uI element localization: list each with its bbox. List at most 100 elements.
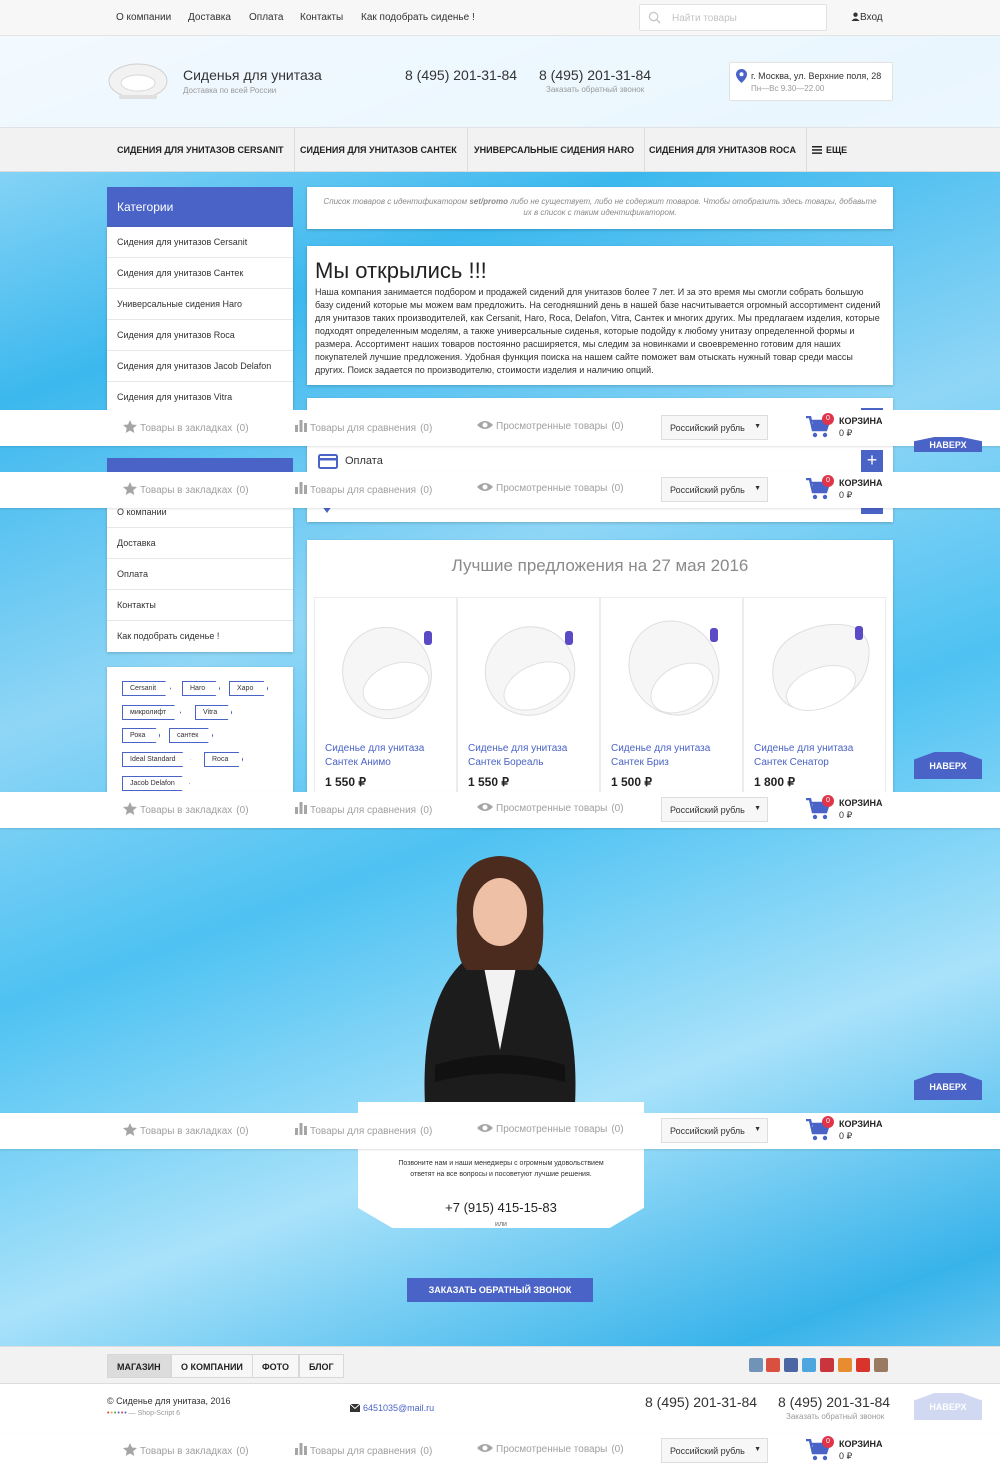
- youtube-icon[interactable]: [856, 1358, 870, 1372]
- viewed-link[interactable]: Просмотренные товары (0): [477, 420, 624, 432]
- pinterest-icon[interactable]: [820, 1358, 834, 1372]
- accordion-payment[interactable]: Оплата: [307, 447, 893, 475]
- catnav-santek[interactable]: Сидения для унитазов Сантек: [290, 128, 468, 172]
- footer-phone-1[interactable]: 8 (495) 201-31-84: [645, 1394, 757, 1410]
- bookmarks-link[interactable]: Товары в закладках (0): [123, 482, 249, 496]
- facebook-icon[interactable]: [784, 1358, 798, 1372]
- page-item-howto[interactable]: Как подобрать сиденье !: [107, 621, 293, 652]
- product-price: 1 800 ₽: [754, 775, 795, 789]
- viewed-link[interactable]: Просмотренные товары (0): [477, 482, 624, 494]
- bookmarks-link[interactable]: Товары в закладках (0): [123, 1443, 249, 1457]
- page-item-delivery[interactable]: Доставка: [107, 528, 293, 559]
- footer-email[interactable]: 6451035@mail.ru: [349, 1403, 434, 1413]
- search-input[interactable]: Найти товары: [639, 4, 827, 31]
- viewed-link[interactable]: Просмотренные товары (0): [477, 1123, 624, 1135]
- powered-by[interactable]: •••••• — Shop-Script 6: [107, 1410, 180, 1417]
- tag[interactable]: Cersanit: [122, 681, 172, 696]
- page-item-payment[interactable]: Оплата: [107, 559, 293, 590]
- currency-value: Российский рубль: [670, 423, 745, 433]
- compare-link[interactable]: Товары для сравнения (0): [295, 1443, 432, 1457]
- topnav-delivery[interactable]: Доставка: [188, 12, 231, 23]
- topnav-about[interactable]: О компании: [116, 12, 171, 23]
- currency-select[interactable]: Российский рубль ▼: [661, 477, 768, 502]
- header-phone-2[interactable]: 8 (495) 201-31-84: [539, 67, 651, 83]
- product-name[interactable]: Сиденье для унитаза Сантек Сенатор: [754, 742, 882, 770]
- catnav-haro[interactable]: Универсальные сидения Haro: [464, 128, 646, 172]
- product-name[interactable]: Сиденье для унитаза Сантек Анимо: [325, 742, 453, 770]
- tag[interactable]: сантек: [169, 728, 214, 743]
- tag[interactable]: Харо: [229, 681, 269, 696]
- header-phone-1[interactable]: 8 (495) 201-31-84: [405, 67, 517, 83]
- category-item[interactable]: Универсальные сидения Haro: [107, 289, 293, 320]
- currency-select[interactable]: Российский рубль ▼: [661, 1118, 768, 1143]
- cart-title[interactable]: КОРЗИНА: [839, 1439, 882, 1449]
- vk-icon[interactable]: [749, 1358, 763, 1372]
- instagram-icon[interactable]: [874, 1358, 888, 1372]
- product-name[interactable]: Сиденье для унитаза Сантек Бриз: [611, 742, 739, 770]
- footer-tab-shop[interactable]: МАГАЗИН: [107, 1354, 171, 1378]
- tag[interactable]: Jacob Delafon: [122, 776, 190, 791]
- order-callback-button[interactable]: ЗАКАЗАТЬ ОБРАТНЫЙ ЗВОНОК: [407, 1278, 593, 1302]
- compare-link[interactable]: Товары для сравнения (0): [295, 802, 432, 816]
- scroll-up-button[interactable]: НАВЕРХ: [914, 752, 982, 779]
- compare-link[interactable]: Товары для сравнения (0): [295, 420, 432, 434]
- header-callback-link[interactable]: Заказать обратный звонок: [546, 85, 644, 94]
- compare-link[interactable]: Товары для сравнения (0): [295, 482, 432, 496]
- cart-title[interactable]: КОРЗИНА: [839, 1119, 882, 1129]
- bookmarks-link[interactable]: Товары в закладках (0): [123, 420, 249, 434]
- cart-title[interactable]: КОРЗИНА: [839, 478, 882, 488]
- product-card[interactable]: Сиденье для унитаза Сантек Бореаль 1 550…: [457, 597, 600, 793]
- rss-icon[interactable]: [838, 1358, 852, 1372]
- currency-select[interactable]: Российский рубль ▼: [661, 797, 768, 822]
- product-card[interactable]: Сиденье для унитаза Сантек Анимо 1 550 ₽: [314, 597, 457, 793]
- viewed-link[interactable]: Просмотренные товары (0): [477, 802, 624, 814]
- footer-phone-2[interactable]: 8 (495) 201-31-84: [778, 1394, 890, 1410]
- category-item[interactable]: Сидения для унитазов Сантек: [107, 258, 293, 289]
- catnav-cersanit[interactable]: Сидения для унитазов Cersanit: [107, 128, 295, 172]
- tag[interactable]: Ideal Standard: [122, 752, 191, 767]
- page-item-contacts[interactable]: Контакты: [107, 590, 293, 621]
- footer-tab-about[interactable]: О КОМПАНИИ: [171, 1354, 253, 1378]
- compare-link[interactable]: Товары для сравнения (0): [295, 1123, 432, 1137]
- product-card[interactable]: Сиденье для унитаза Сантек Сенатор 1 800…: [743, 597, 886, 793]
- tag[interactable]: микролифт: [122, 705, 182, 720]
- tag[interactable]: Vitra: [195, 705, 233, 720]
- catnav-more[interactable]: Еще: [802, 128, 857, 172]
- bookmarks-label: Товары в закладках: [140, 805, 233, 816]
- cart-title[interactable]: КОРЗИНА: [839, 798, 882, 808]
- category-item[interactable]: Сидения для унитазов Roca: [107, 320, 293, 351]
- topnav-payment[interactable]: Оплата: [249, 12, 283, 23]
- bookmarks-link[interactable]: Товары в закладках (0): [123, 802, 249, 816]
- currency-select[interactable]: Российский рубль ▼: [661, 1438, 768, 1463]
- tag[interactable]: Roca: [204, 752, 244, 767]
- topnav-howto[interactable]: Как подобрать сиденье !: [361, 12, 475, 23]
- callback-phone[interactable]: +7 (915) 415-15-83: [358, 1200, 644, 1215]
- viewed-link[interactable]: Просмотренные товары (0): [477, 1443, 624, 1455]
- product-card[interactable]: Сиденье для унитаза Сантек Бриз 1 500 ₽: [600, 597, 743, 793]
- category-nav: Сидения для унитазов Cersanit Сидения дл…: [0, 128, 1000, 172]
- category-item[interactable]: Сидения для унитазов Vitra: [107, 382, 293, 412]
- catnav-roca[interactable]: Сидения для унитазов Roca: [639, 128, 808, 172]
- product-name[interactable]: Сиденье для унитаза Сантек Бореаль: [468, 742, 596, 770]
- sticky-toolbar: Товары в закладках (0) Товары для сравнен…: [0, 792, 1000, 828]
- footer-callback-link[interactable]: Заказать обратный звонок: [786, 1412, 884, 1421]
- login-link[interactable]: Вход: [851, 12, 883, 23]
- footer-tab-photo[interactable]: ФОТО: [252, 1354, 299, 1378]
- logo-toilet-seat-image[interactable]: [107, 59, 169, 101]
- bookmarks-link[interactable]: Товары в закладках (0): [123, 1123, 249, 1137]
- currency-select[interactable]: Российский рубль ▼: [661, 415, 768, 440]
- category-item[interactable]: Сидения для унитазов Cersanit: [107, 227, 293, 258]
- expand-payment-button[interactable]: +: [861, 450, 883, 472]
- tag[interactable]: Haro: [182, 681, 221, 696]
- category-item[interactable]: Сидения для унитазов Jacob Delafon: [107, 351, 293, 382]
- cart-title[interactable]: КОРЗИНА: [839, 416, 882, 426]
- tag[interactable]: Рока: [122, 728, 161, 743]
- scroll-up-button[interactable]: НАВЕРХ: [914, 1393, 982, 1420]
- footer-tab-blog[interactable]: БЛОГ: [299, 1354, 344, 1378]
- topnav-contacts[interactable]: Контакты: [300, 12, 343, 23]
- google-plus-icon[interactable]: [766, 1358, 780, 1372]
- site-name[interactable]: Сиденья для унитаза: [183, 67, 322, 83]
- twitter-icon[interactable]: [802, 1358, 816, 1372]
- scroll-up-button[interactable]: НАВЕРХ: [914, 437, 982, 452]
- scroll-up-button[interactable]: НАВЕРХ: [914, 1073, 982, 1100]
